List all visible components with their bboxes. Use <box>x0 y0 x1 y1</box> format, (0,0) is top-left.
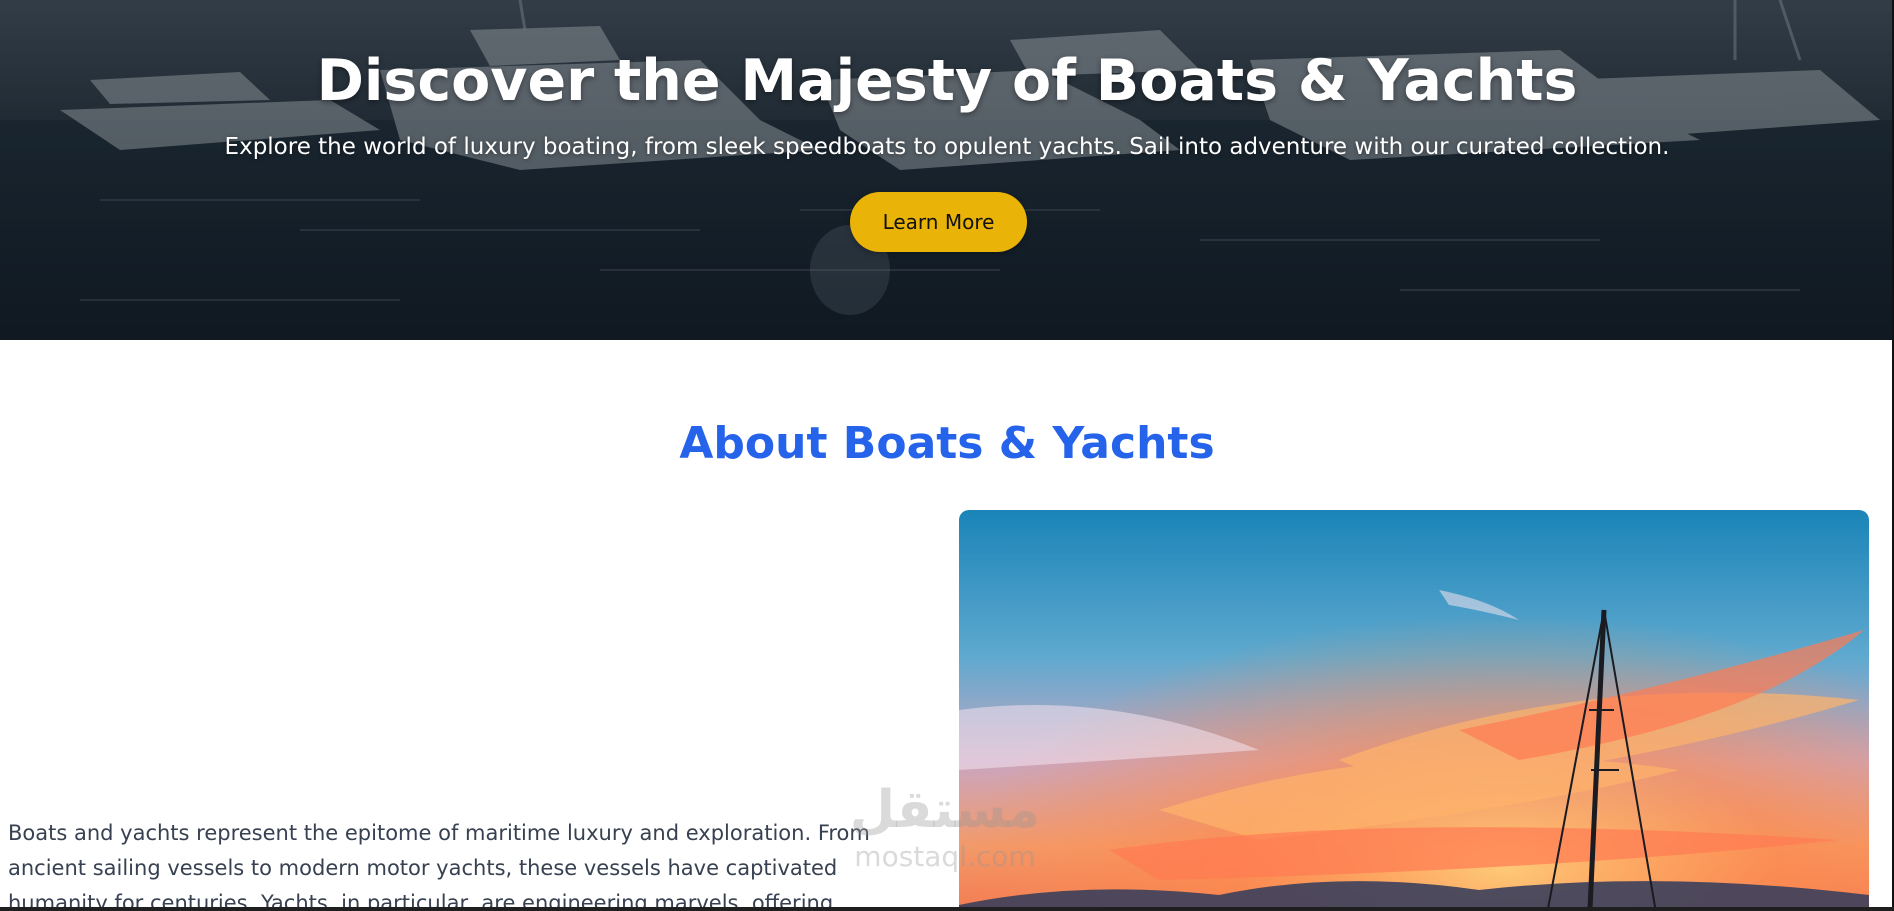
hero-section: Discover the Majesty of Boats & Yachts E… <box>0 0 1894 340</box>
hero-subtitle: Explore the world of luxury boating, fro… <box>224 134 1670 160</box>
about-section-title: About Boats & Yachts <box>679 418 1215 469</box>
sunset-sailboat-image <box>959 510 1869 911</box>
learn-more-button[interactable]: Learn More <box>850 192 1027 252</box>
about-paragraph: Boats and yachts represent the epitome o… <box>8 821 870 911</box>
page: Discover the Majesty of Boats & Yachts E… <box>0 0 1894 911</box>
hero-title: Discover the Majesty of Boats & Yachts <box>316 48 1578 114</box>
window-bottom-border <box>0 907 1894 911</box>
